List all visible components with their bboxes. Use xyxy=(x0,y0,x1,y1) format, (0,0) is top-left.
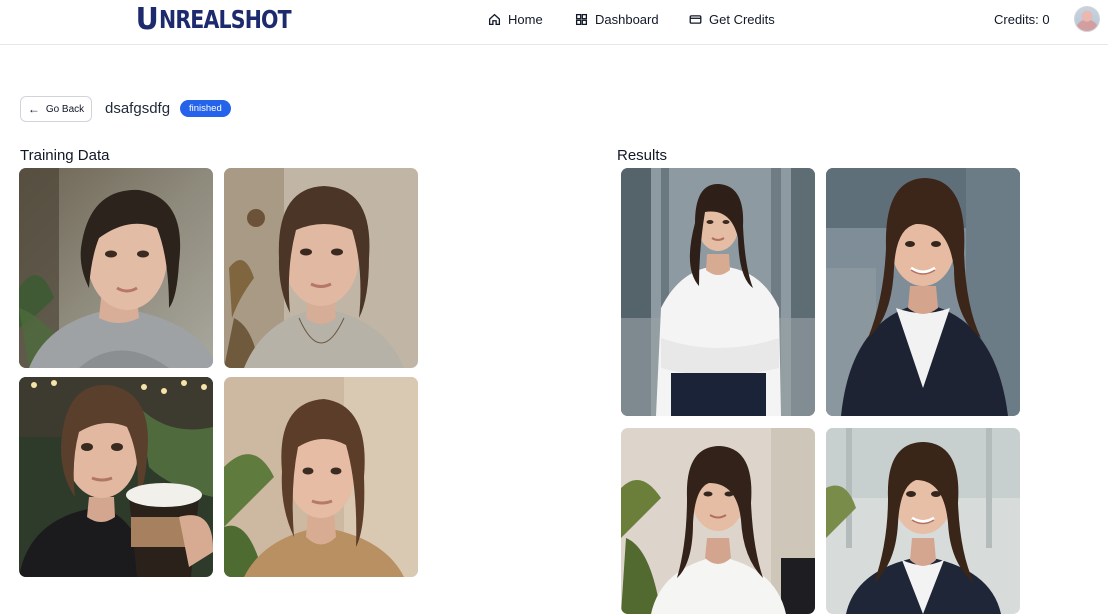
nav-get-credits-link[interactable]: Get Credits xyxy=(689,0,775,38)
status-badge: finished xyxy=(180,100,231,117)
nav-home-label: Home xyxy=(508,11,543,27)
result-photo-4[interactable] xyxy=(826,428,1020,614)
training-photo-1[interactable] xyxy=(19,168,213,368)
training-data-title: Training Data xyxy=(20,147,110,164)
unrealshot-logo[interactable]: U NREALSHOT xyxy=(135,1,320,37)
model-name: dsafgsdfg xyxy=(105,100,171,117)
credits-count: Credits: 0 xyxy=(994,12,1050,27)
result-photo-2[interactable] xyxy=(826,168,1020,416)
training-photo-3[interactable] xyxy=(19,377,213,577)
results-title: Results xyxy=(617,147,668,164)
nav-dashboard-link[interactable]: Dashboard xyxy=(575,0,659,38)
nav-dashboard-label: Dashboard xyxy=(595,11,659,27)
go-back-button[interactable]: ← Go Back xyxy=(20,96,92,122)
training-photo-2[interactable] xyxy=(224,168,418,368)
logo-mark: U xyxy=(135,1,159,37)
credit-card-icon xyxy=(689,14,702,24)
result-photo-1[interactable] xyxy=(621,168,815,416)
nav-home-link[interactable]: Home xyxy=(488,0,543,38)
user-avatar[interactable] xyxy=(1074,6,1100,32)
logo-text: NREALSHOT xyxy=(159,4,292,34)
top-navigation-bar: U NREALSHOT Home Dashboard Get Credits C… xyxy=(0,0,1108,45)
training-photo-4[interactable] xyxy=(224,377,418,577)
nav-get-credits-label: Get Credits xyxy=(709,11,775,27)
dashboard-grid-icon xyxy=(575,13,588,25)
home-icon xyxy=(488,13,501,25)
arrow-left-icon: ← xyxy=(27,102,40,116)
result-photo-3[interactable] xyxy=(621,428,815,614)
go-back-label: Go Back xyxy=(45,103,85,115)
